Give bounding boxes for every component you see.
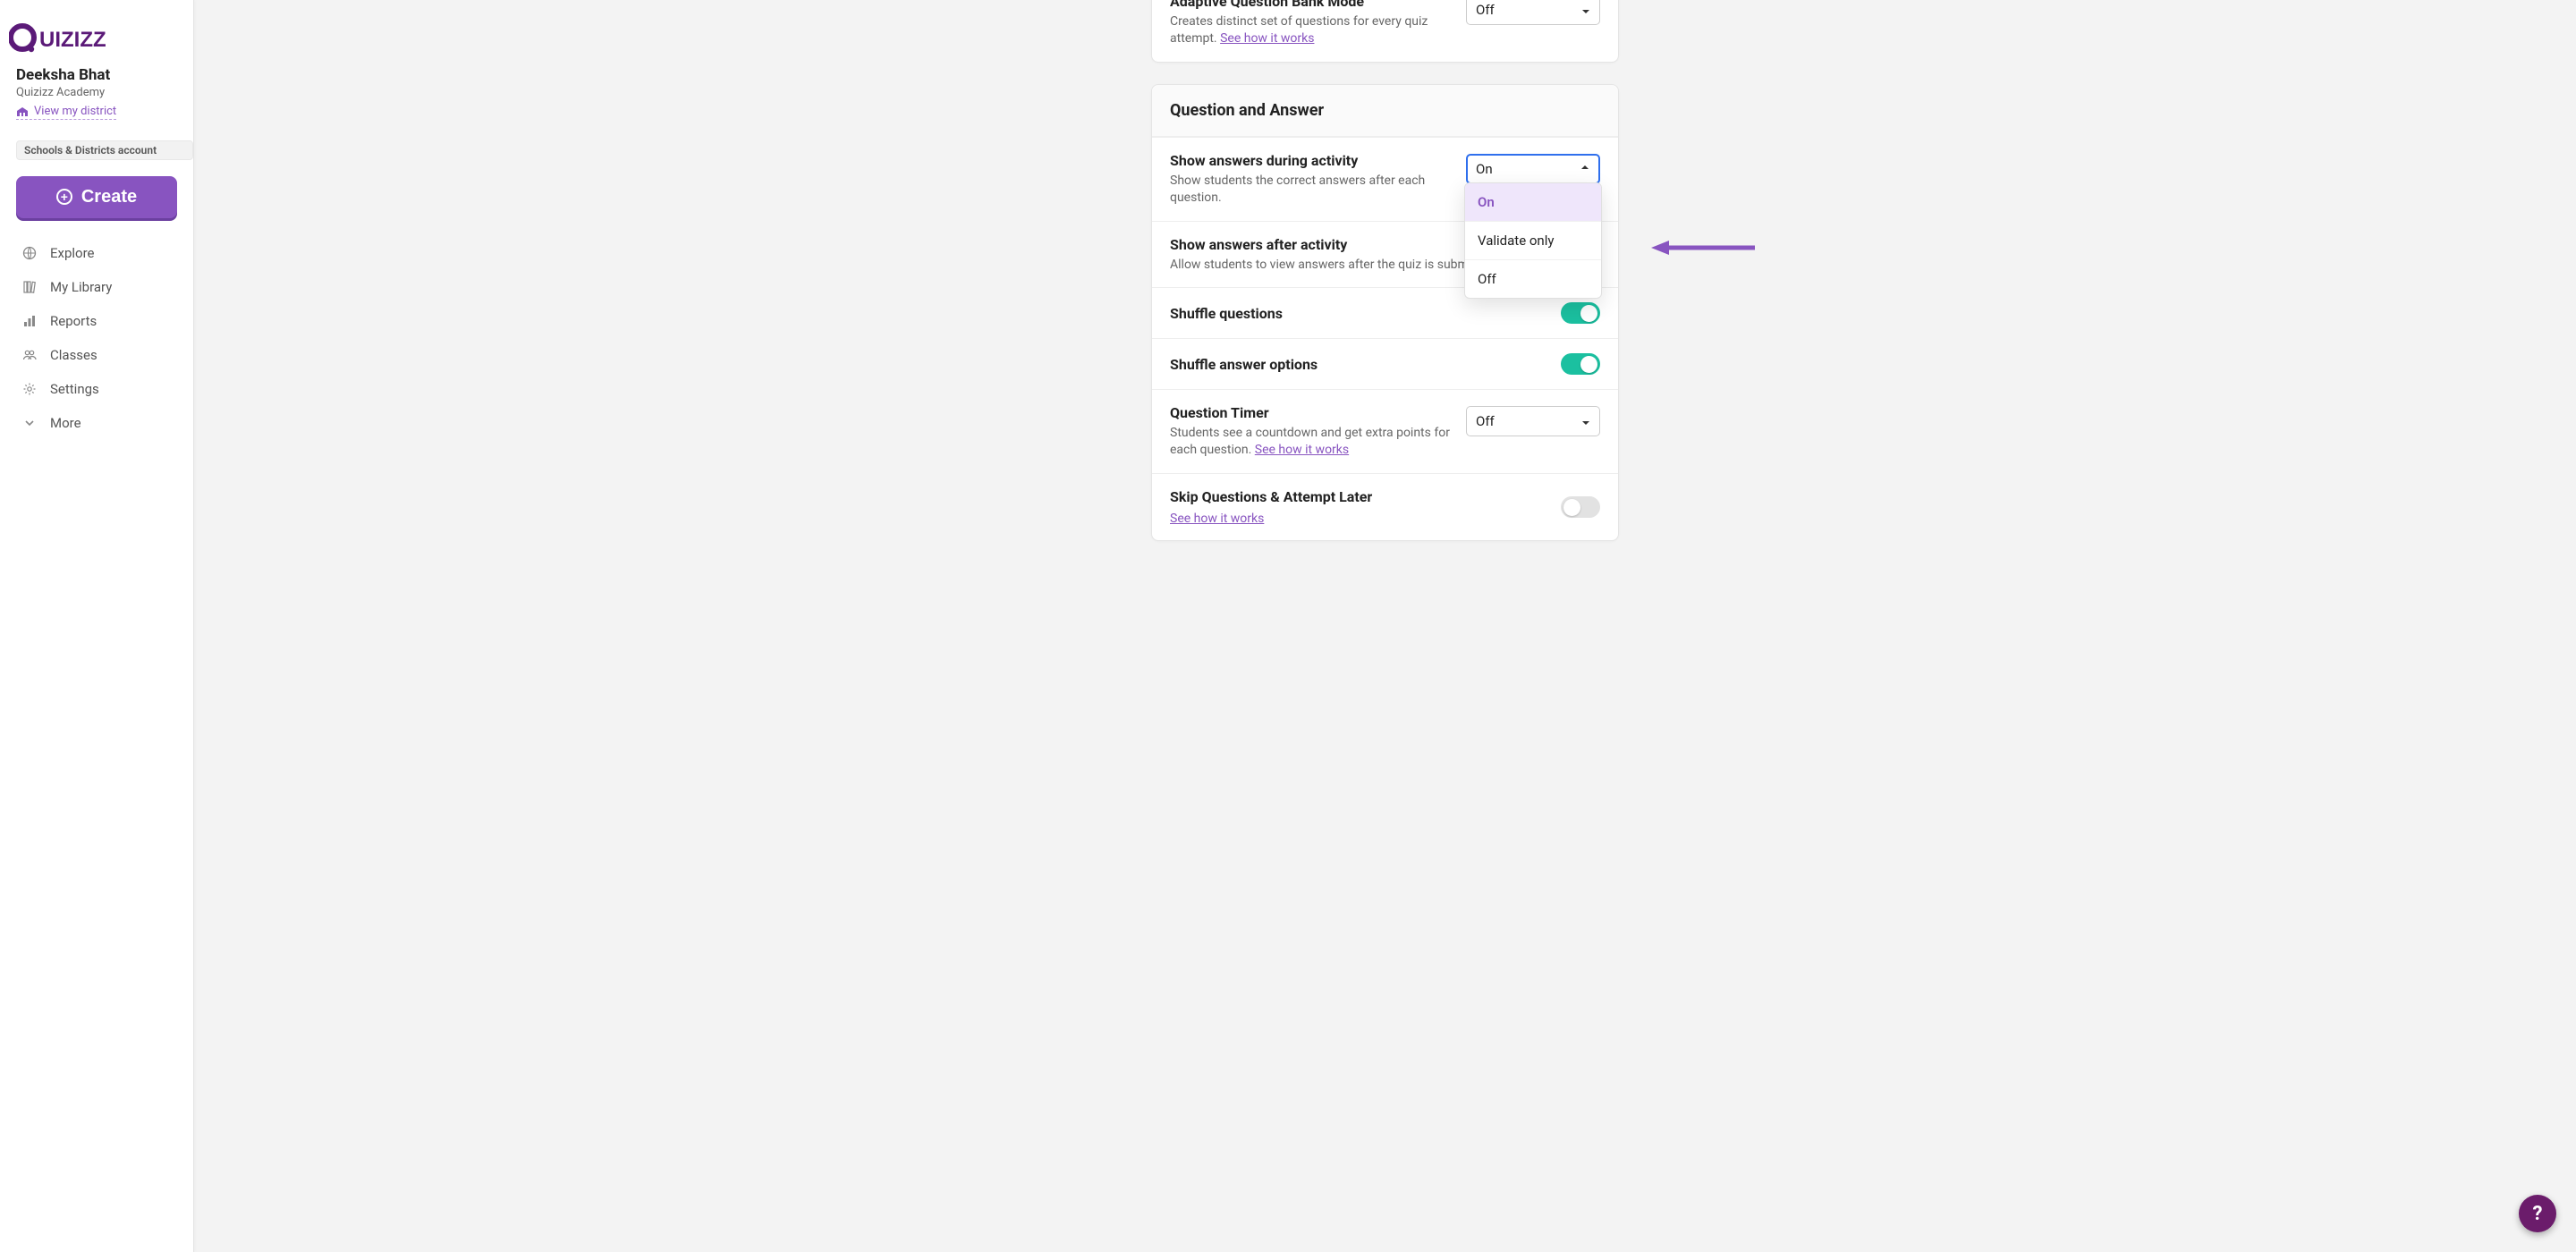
- row-desc: Creates distinct set of questions for ev…: [1170, 13, 1455, 47]
- row-title: Adaptive Question Bank Mode: [1170, 0, 1455, 10]
- sidebar-item-explore[interactable]: Explore: [0, 236, 193, 270]
- sidebar-item-label: Classes: [50, 347, 97, 363]
- row-title: Skip Questions & Attempt Later: [1170, 488, 1550, 505]
- row-title: Show answers during activity: [1170, 152, 1455, 169]
- caret-up-icon: [1580, 161, 1589, 177]
- pointer-arrow: [1649, 237, 1757, 258]
- plus-icon: +: [56, 189, 72, 205]
- dropdown-option-validate[interactable]: Validate only: [1465, 222, 1601, 260]
- sidebar-item-label: More: [50, 415, 81, 431]
- show-during-dropdown: On Validate only Off: [1464, 182, 1602, 299]
- select-value: Off: [1476, 413, 1495, 429]
- row-title: Shuffle questions: [1170, 305, 1550, 322]
- help-icon: ?: [2533, 1203, 2543, 1225]
- adaptive-select[interactable]: Off: [1466, 0, 1600, 25]
- row-desc: Show students the correct answers after …: [1170, 173, 1455, 207]
- qa-card: Question and Answer Show answers during …: [1151, 84, 1619, 541]
- row-desc: Students see a countdown and get extra p…: [1170, 425, 1455, 459]
- sidebar-item-classes[interactable]: Classes: [0, 338, 193, 372]
- dropdown-option-off[interactable]: Off: [1465, 260, 1601, 298]
- users-icon: [21, 348, 38, 362]
- toggle-knob: [1563, 499, 1580, 516]
- gear-icon: [21, 382, 38, 396]
- row-title: Shuffle answer options: [1170, 356, 1550, 373]
- main-content: improve accuracy. Adaptive Question Bank…: [194, 0, 2576, 1252]
- toggle-knob: [1580, 305, 1597, 322]
- see-how-link[interactable]: See how it works: [1220, 31, 1314, 46]
- sidebar-item-label: My Library: [50, 279, 112, 295]
- user-name: Deeksha Bhat: [16, 66, 177, 84]
- globe-icon: [21, 246, 38, 260]
- show-during-select[interactable]: On: [1466, 154, 1600, 184]
- create-button[interactable]: + Create: [16, 176, 177, 218]
- row-left: Adaptive Question Bank Mode Creates dist…: [1170, 0, 1455, 47]
- sidebar-item-settings[interactable]: Settings: [0, 372, 193, 406]
- row-left: Shuffle questions: [1170, 305, 1550, 322]
- top-card: improve accuracy. Adaptive Question Bank…: [1151, 0, 1619, 63]
- view-district-link[interactable]: View my district: [16, 105, 116, 120]
- toggle-knob: [1580, 356, 1597, 373]
- create-button-label: Create: [81, 187, 137, 207]
- chevron-down-icon: [21, 417, 38, 429]
- select-value: Off: [1476, 2, 1495, 18]
- books-icon: [21, 280, 38, 294]
- account-type-badge: Schools & Districts account: [16, 140, 193, 160]
- sidebar-item-label: Explore: [50, 245, 95, 261]
- select-value: On: [1476, 161, 1493, 177]
- shuffle-questions-toggle[interactable]: [1561, 302, 1600, 324]
- sidebar: UIZIZZ Deeksha Bhat Quizizz Academy View…: [0, 0, 194, 1252]
- settings-panel: improve accuracy. Adaptive Question Bank…: [1151, 0, 1619, 1252]
- row-left: Shuffle answer options: [1170, 356, 1550, 373]
- row-show-during: Show answers during activity Show studen…: [1152, 137, 1618, 221]
- row-shuffle-answers: Shuffle answer options: [1152, 338, 1618, 389]
- question-timer-select[interactable]: Off: [1466, 406, 1600, 436]
- sidebar-nav: Explore My Library Reports Classes: [0, 236, 193, 440]
- svg-text:UIZIZZ: UIZIZZ: [39, 28, 106, 52]
- brand-logo: UIZIZZ: [0, 16, 193, 66]
- row-skip: Skip Questions & Attempt Later See how i…: [1152, 473, 1618, 540]
- sidebar-item-label: Reports: [50, 313, 97, 329]
- row-left: Show answers during activity Show studen…: [1170, 152, 1455, 207]
- caret-down-icon: [1581, 2, 1590, 18]
- school-icon: [16, 106, 29, 117]
- sidebar-item-more[interactable]: More: [0, 406, 193, 440]
- dropdown-option-on[interactable]: On: [1465, 183, 1601, 222]
- row-left: Question Timer Students see a countdown …: [1170, 404, 1455, 459]
- user-academy: Quizizz Academy: [16, 86, 177, 99]
- sidebar-item-label: Settings: [50, 381, 99, 397]
- row-left: Skip Questions & Attempt Later See how i…: [1170, 488, 1550, 526]
- sidebar-item-library[interactable]: My Library: [0, 270, 193, 304]
- card-header: Question and Answer: [1152, 85, 1618, 137]
- see-how-link[interactable]: See how it works: [1170, 512, 1264, 526]
- app-root: UIZIZZ Deeksha Bhat Quizizz Academy View…: [0, 0, 2576, 1252]
- user-block: Deeksha Bhat Quizizz Academy View my dis…: [0, 66, 193, 130]
- row-question-timer: Question Timer Students see a countdown …: [1152, 389, 1618, 473]
- bars-icon: [21, 314, 38, 328]
- see-how-link[interactable]: See how it works: [1255, 443, 1349, 457]
- help-button[interactable]: ?: [2519, 1195, 2556, 1232]
- view-district-label: View my district: [34, 105, 116, 118]
- row-title: Question Timer: [1170, 404, 1455, 421]
- shuffle-answers-toggle[interactable]: [1561, 353, 1600, 375]
- row-adaptive: Adaptive Question Bank Mode Creates dist…: [1152, 0, 1618, 62]
- sidebar-item-reports[interactable]: Reports: [0, 304, 193, 338]
- skip-toggle[interactable]: [1561, 496, 1600, 518]
- caret-down-icon: [1581, 413, 1590, 429]
